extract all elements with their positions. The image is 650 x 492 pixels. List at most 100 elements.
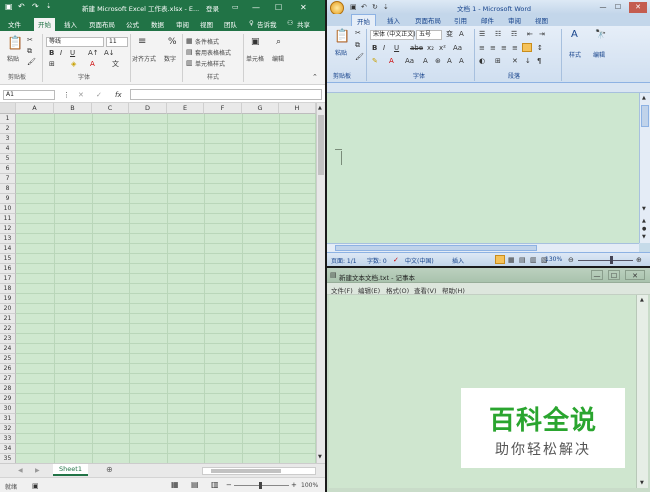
tab-formulas[interactable]: 公式 (126, 19, 139, 29)
tab-data[interactable]: 数据 (151, 19, 164, 29)
page-count[interactable]: 页面: 1/1 (331, 256, 357, 265)
font-color-icon[interactable]: A (90, 60, 95, 68)
row-header[interactable]: 33 (0, 434, 16, 444)
scroll-thumb[interactable] (211, 469, 281, 473)
tab-page-layout[interactable]: 页面布局 (89, 19, 115, 29)
login-button[interactable]: 登录 (206, 3, 219, 13)
menu-view[interactable]: 查看(V) (414, 285, 437, 295)
change-case-icon[interactable]: Aa (405, 57, 414, 65)
bullets-icon[interactable]: ☰ (479, 30, 485, 38)
prev-page-icon[interactable]: ▲ (642, 217, 646, 225)
tab-mailings[interactable]: 邮件 (481, 15, 494, 25)
enter-icon[interactable]: ✓ (96, 91, 102, 99)
phonetic-icon[interactable]: 文 (112, 60, 119, 68)
undo-icon[interactable]: ↶ (361, 3, 367, 11)
distributed-align-icon[interactable] (522, 43, 532, 52)
insert-mode[interactable]: 插入 (452, 256, 464, 265)
next-sheet-icon[interactable]: ▶ (35, 467, 40, 475)
normal-view-icon[interactable]: ▦ (171, 481, 179, 489)
zoom-slider-thumb[interactable] (610, 256, 613, 264)
row-header[interactable]: 28 (0, 384, 16, 394)
redo-icon[interactable]: ↻ (372, 3, 378, 11)
clear-format-icon[interactable]: Aa (453, 44, 462, 52)
language[interactable]: 中文(中国) (405, 256, 434, 265)
row-header[interactable]: 6 (0, 164, 16, 174)
row-header[interactable]: 4 (0, 144, 16, 154)
row-header[interactable]: 17 (0, 274, 16, 284)
find-icon[interactable]: 🔭 (595, 31, 606, 40)
prev-sheet-icon[interactable]: ◀ (18, 467, 23, 475)
excel-vertical-scrollbar[interactable]: ▲ ▼ (316, 103, 325, 463)
underline-icon[interactable]: U (394, 44, 399, 52)
tab-view[interactable]: 视图 (200, 19, 213, 29)
row-header[interactable]: 20 (0, 304, 16, 314)
font-size-select[interactable]: 五号 (416, 30, 442, 40)
save-icon[interactable]: ▣ (5, 2, 13, 11)
row-header[interactable]: 26 (0, 364, 16, 374)
italic-icon[interactable]: I (60, 49, 62, 57)
tab-insert[interactable]: 插入 (387, 15, 400, 25)
edit-button[interactable]: 编辑 (593, 50, 605, 59)
align-center-icon[interactable]: ≡ (490, 44, 496, 52)
row-header[interactable]: 7 (0, 174, 16, 184)
scroll-up-icon[interactable]: ▲ (642, 94, 646, 102)
font-size-select[interactable]: 11 (106, 37, 128, 47)
minimize-icon[interactable]: — (597, 2, 609, 12)
proofing-icon[interactable]: ✓ (393, 256, 399, 264)
tab-file[interactable]: 文件 (8, 19, 21, 29)
tab-insert[interactable]: 插入 (64, 19, 77, 29)
print-layout-view-icon[interactable] (495, 255, 505, 264)
row-header[interactable]: 14 (0, 244, 16, 254)
show-marks-icon[interactable]: ¶ (537, 57, 541, 65)
select-all-corner[interactable] (0, 103, 16, 114)
grow-font-icon[interactable]: A (423, 57, 428, 65)
zoom-in-icon[interactable]: + (291, 481, 297, 489)
scroll-thumb[interactable] (335, 245, 537, 251)
close-icon[interactable]: ✕ (300, 3, 307, 12)
styles-button[interactable]: 样式 (569, 50, 581, 59)
insert-function-icon[interactable]: fx (115, 91, 122, 99)
font-color-icon[interactable]: A (389, 57, 394, 65)
paste-button[interactable]: 粘贴 (7, 54, 19, 63)
borders-icon[interactable]: ⊞ (495, 57, 501, 65)
row-header[interactable]: 5 (0, 154, 16, 164)
row-header[interactable]: 16 (0, 264, 16, 274)
align-right-icon[interactable]: ≡ (501, 44, 507, 52)
numbering-icon[interactable]: ☷ (495, 30, 501, 38)
row-header[interactable]: 29 (0, 394, 16, 404)
menu-edit[interactable]: 编辑(E) (358, 285, 380, 295)
bold-icon[interactable]: B (372, 44, 377, 52)
font-name-select[interactable]: 等线 (46, 37, 104, 47)
column-header[interactable]: B (54, 103, 92, 114)
row-header[interactable]: 21 (0, 314, 16, 324)
column-header[interactable]: C (92, 103, 129, 114)
line-spacing-icon[interactable]: ↕ (537, 44, 543, 52)
scroll-down-icon[interactable]: ▼ (318, 453, 322, 461)
word-horizontal-scrollbar[interactable] (327, 243, 639, 252)
collapse-ribbon-icon[interactable]: ⌃ (312, 73, 318, 81)
zoom-in-icon[interactable]: ⊕ (636, 256, 642, 264)
page-break-view-icon[interactable]: ▥ (211, 481, 219, 489)
sort-icon[interactable]: ↓ (525, 57, 531, 65)
table-format-button[interactable]: 套用表格格式 (195, 48, 231, 57)
paste-button[interactable]: 粘贴 (335, 48, 347, 57)
close-icon[interactable]: ✕ (625, 270, 645, 280)
row-header[interactable]: 9 (0, 194, 16, 204)
outline-view-icon[interactable]: ▥ (530, 256, 537, 264)
highlight-icon[interactable]: ✎ (372, 57, 378, 65)
font-name-select[interactable]: 宋体 (中文正文) (370, 30, 416, 40)
cells-icon[interactable]: ▣ (251, 38, 260, 47)
column-header[interactable]: D (129, 103, 167, 114)
zoom-slider[interactable] (578, 260, 633, 261)
shrink-font-icon[interactable]: A↓ (104, 49, 115, 57)
row-header[interactable]: 15 (0, 254, 16, 264)
macro-record-icon[interactable]: ▣ (32, 482, 39, 490)
word-count[interactable]: 字数: 0 (367, 256, 387, 265)
tab-references[interactable]: 引用 (454, 15, 467, 25)
column-header[interactable]: A (16, 103, 54, 114)
quick-access-customize-icon[interactable]: ⇣ (46, 2, 51, 10)
worksheet-grid[interactable]: A B C D E F G H 1 2 3 4 5 6 7 8 9 10 11 12 13 14 15 16 1… (0, 103, 325, 463)
menu-format[interactable]: 格式(O) (386, 285, 409, 295)
row-header[interactable]: 32 (0, 424, 16, 434)
align-icon[interactable]: ≡ (138, 37, 146, 47)
